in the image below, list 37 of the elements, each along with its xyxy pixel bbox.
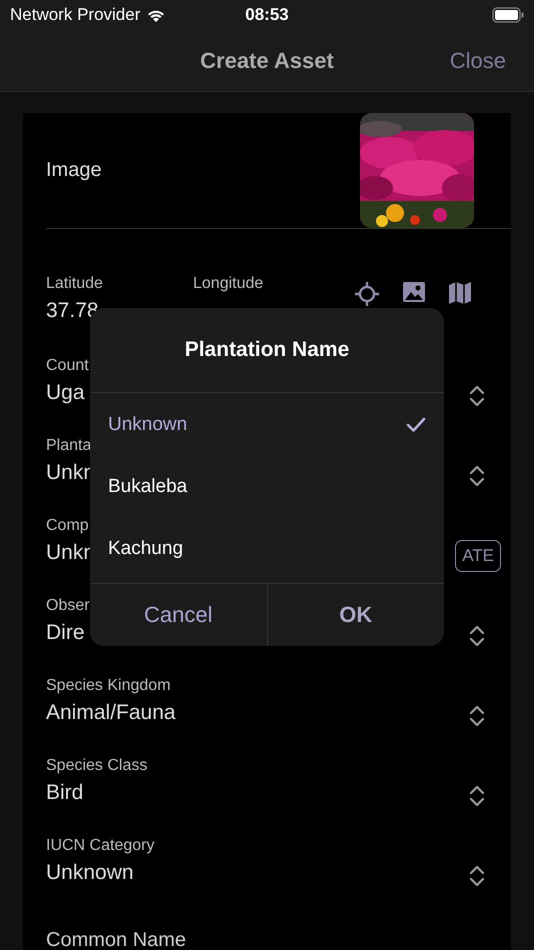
dialog-option[interactable]: Kachung — [90, 518, 444, 580]
map-icon[interactable] — [448, 281, 472, 305]
cancel-button[interactable]: Cancel — [90, 584, 266, 646]
field-label: Planta — [46, 437, 92, 455]
field-label: Count — [46, 357, 89, 375]
clock-time: 08:53 — [245, 5, 289, 25]
checkmark-icon — [406, 417, 426, 433]
field-value: Bird — [46, 781, 84, 805]
carrier-name: Network Provider — [10, 5, 140, 25]
crosshair-icon[interactable] — [354, 281, 380, 307]
action-button[interactable]: ATE — [455, 540, 501, 572]
dialog-option[interactable]: Bukaleba — [90, 456, 444, 518]
field-label: Longitude — [193, 275, 264, 293]
screen-title: Create Asset — [200, 48, 334, 74]
field-label: Obser — [46, 597, 90, 615]
field-label: IUCN Category — [46, 837, 154, 855]
ok-button[interactable]: OK — [266, 584, 444, 646]
field-label: Species Class — [46, 757, 148, 775]
field-value: Animal/Fauna — [46, 701, 176, 725]
field-label: Comp — [46, 517, 89, 535]
up-down-chevron-icon — [469, 625, 485, 647]
up-down-chevron-icon — [469, 865, 485, 887]
image-label: Image — [46, 159, 102, 182]
dialog-option[interactable]: Unknown — [90, 394, 444, 456]
close-button[interactable]: Close — [450, 48, 506, 74]
image-icon[interactable] — [402, 281, 426, 303]
field-value: Unknown — [46, 861, 134, 885]
up-down-chevron-icon — [469, 465, 485, 487]
field-label: Latitude — [46, 275, 103, 293]
field-value: Dire — [46, 621, 85, 645]
up-down-chevron-icon — [469, 385, 485, 407]
up-down-chevron-icon — [469, 785, 485, 807]
field-value: Uga — [46, 381, 85, 405]
field-label: Species Kingdom — [46, 677, 171, 695]
up-down-chevron-icon — [469, 705, 485, 727]
battery-icon — [492, 7, 524, 23]
field-label: Common Name — [46, 929, 186, 950]
